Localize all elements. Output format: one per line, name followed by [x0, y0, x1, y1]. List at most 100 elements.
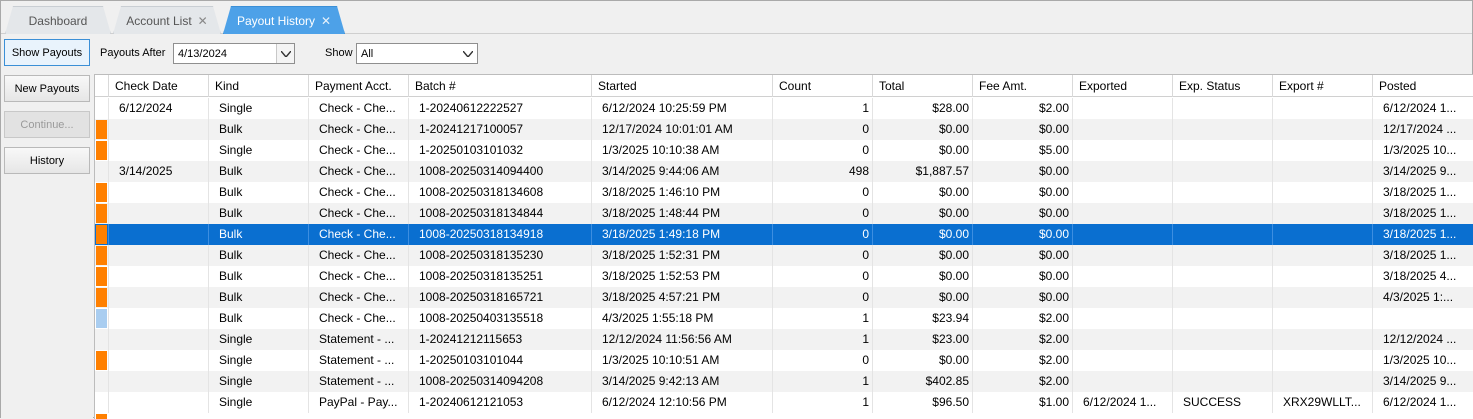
table-row[interactable]: Bulk Check - Che... 1008-20250318135230 3/1… — [95, 245, 1473, 266]
cell-fee-amt: $2.00 — [1038, 311, 1069, 325]
table-row[interactable]: Single PayPal - Pay... 1-20240612121053 6/1… — [95, 392, 1473, 413]
show-payouts-button[interactable]: Show Payouts — [4, 39, 90, 66]
cell-count: 0 — [862, 248, 869, 262]
grid-line — [108, 161, 109, 182]
cell-exported — [1079, 98, 1173, 119]
action-sidebar: Show Payouts New Payouts Continue... His… — [1, 35, 93, 419]
tab-payout-history[interactable]: Payout History ✕ — [223, 6, 345, 34]
table-row[interactable]: Bulk Check - Che... 1008-20250318134608 3/1… — [95, 182, 1473, 203]
column-header-count[interactable]: Count — [773, 75, 873, 97]
column-header-payment-acct[interactable]: Payment Acct. — [309, 75, 409, 97]
tab-dashboard[interactable]: Dashboard — [5, 6, 111, 34]
cell-export-number — [1279, 308, 1373, 329]
cell-export-number — [1279, 266, 1373, 287]
table-row[interactable]: Bulk Check - Che... 1008-20250318165721 3/1… — [95, 287, 1473, 308]
cell-batch-number: 1008-20250314094208 — [419, 374, 544, 388]
cell-batch-number: 1008-20250318135230 — [419, 248, 544, 262]
cell-count: 1 — [862, 101, 869, 115]
cell-check-date — [115, 140, 209, 161]
column-header-exported[interactable]: Exported — [1073, 75, 1173, 97]
row-status-marker — [96, 309, 107, 328]
cell-total: $0.00 — [938, 248, 969, 262]
cell-total: $28.00 — [932, 101, 969, 115]
cell-fee-amt: $2.00 — [1038, 101, 1069, 115]
table-row[interactable]: Bulk Check - Che... 1008-20250318134844 3/1… — [95, 203, 1473, 224]
cell-export-number — [1279, 224, 1373, 245]
column-header-batch-number[interactable]: Batch # — [409, 75, 592, 97]
cell-export-number — [1279, 161, 1373, 182]
table-row[interactable]: 6/12/2024 Single Check - Che... 1-202406122… — [95, 98, 1473, 119]
table-row[interactable]: Single Statement - ... 1-20250103101044 1/3… — [95, 350, 1473, 371]
table-row[interactable]: 3/14/2025 Bulk Check - Che... 1008-20250314… — [95, 161, 1473, 182]
payouts-after-date-picker[interactable]: 4/13/2024 — [173, 43, 295, 64]
cell-started: 6/12/2024 12:10:56 PM — [602, 395, 727, 409]
cell-exp-status — [1179, 350, 1273, 371]
cell-check-date: 3/14/2025 — [119, 164, 173, 178]
cell-count: 0 — [862, 185, 869, 199]
cell-payment-acct: Check - Che... — [319, 290, 396, 304]
close-icon[interactable]: ✕ — [321, 14, 331, 28]
table-row[interactable]: Single Statement - ... 1008-20250314094208… — [95, 371, 1473, 392]
payout-history-table[interactable]: Check Date Kind Payment Acct. Batch # Starte… — [94, 74, 1473, 419]
cell-kind: Single — [219, 395, 253, 409]
cell-check-date — [115, 224, 209, 245]
cell-exp-status — [1179, 371, 1273, 392]
show-label: Show — [325, 47, 353, 59]
cell-payment-acct: Statement - ... — [319, 374, 395, 388]
cell-export-number — [1279, 98, 1373, 119]
table-row[interactable]: Bulk Check - Che... 1-20241217100057 12/17/… — [95, 119, 1473, 140]
cell-exported — [1079, 329, 1173, 350]
cell-posted: 4/3/2025 1:... — [1383, 290, 1454, 304]
cell-fee-amt: $1.00 — [1038, 395, 1069, 409]
cell-exp-status: SUCCESS — [1183, 395, 1242, 409]
cell-count: 0 — [862, 227, 869, 241]
grid-line — [108, 350, 109, 371]
column-header-exp-status[interactable]: Exp. Status — [1173, 75, 1273, 97]
grid-line — [108, 392, 109, 413]
continue-button[interactable]: Continue... — [4, 111, 90, 138]
cell-total: $0.00 — [938, 122, 969, 136]
grid-line — [108, 329, 109, 350]
cell-kind: Bulk — [219, 122, 243, 136]
cell-posted: 3/18/2025 1... — [1383, 227, 1457, 241]
cell-kind: Bulk — [219, 269, 243, 283]
tab-account-list[interactable]: Account List ✕ — [113, 6, 221, 34]
cell-fee-amt: $0.00 — [1038, 122, 1069, 136]
cell-kind: Bulk — [219, 311, 243, 325]
cell-export-number — [1279, 182, 1373, 203]
cell-batch-number: 1-20240612121053 — [419, 395, 524, 409]
chevron-down-icon[interactable] — [459, 44, 477, 63]
table-row[interactable]: Single Check - Che... 1-20250103101032 1/3/… — [95, 140, 1473, 161]
chevron-down-icon[interactable] — [276, 44, 294, 63]
column-header-check-date[interactable]: Check Date — [109, 75, 209, 97]
cell-count: 0 — [862, 206, 869, 220]
column-header-export-number[interactable]: Export # — [1273, 75, 1373, 97]
history-button[interactable]: History — [4, 147, 90, 174]
table-row[interactable]: Bulk Check - Che... 1008-20250403135518 4/3… — [95, 308, 1473, 329]
column-header-kind[interactable]: Kind — [209, 75, 309, 97]
cell-payment-acct: Statement - ... — [319, 353, 395, 367]
cell-batch-number: 1-20241212115653 — [419, 332, 523, 346]
cell-count: 0 — [862, 290, 869, 304]
grid-line — [108, 182, 109, 203]
column-header-started[interactable]: Started — [592, 75, 773, 97]
table-row[interactable]: Bulk Check - Che... 1008-20250318135251 3/1… — [95, 266, 1473, 287]
table-row[interactable]: Bulk Check - Che... 1008-20250318134918 3/1… — [95, 224, 1473, 245]
new-payouts-button[interactable]: New Payouts — [4, 75, 90, 102]
cell-exp-status — [1179, 140, 1273, 161]
column-header-posted[interactable]: Posted — [1373, 75, 1473, 97]
close-icon[interactable]: ✕ — [198, 14, 208, 28]
cell-total: $0.00 — [938, 206, 969, 220]
column-header-fee-amt[interactable]: Fee Amt. — [973, 75, 1073, 97]
table-row[interactable]: Single Statement - ... 1-20241212115653 12/… — [95, 329, 1473, 350]
cell-total: $402.85 — [925, 374, 969, 388]
cell-count: 1 — [862, 395, 869, 409]
cell-posted: 3/18/2025 1... — [1383, 206, 1457, 220]
cell-posted — [1379, 308, 1473, 329]
show-filter-select[interactable]: All — [356, 43, 478, 64]
cell-exp-status — [1179, 266, 1273, 287]
cell-payment-acct: Check - Che... — [319, 227, 396, 241]
cell-check-date — [115, 308, 209, 329]
cell-total: $0.00 — [938, 227, 969, 241]
column-header-total[interactable]: Total — [873, 75, 973, 97]
